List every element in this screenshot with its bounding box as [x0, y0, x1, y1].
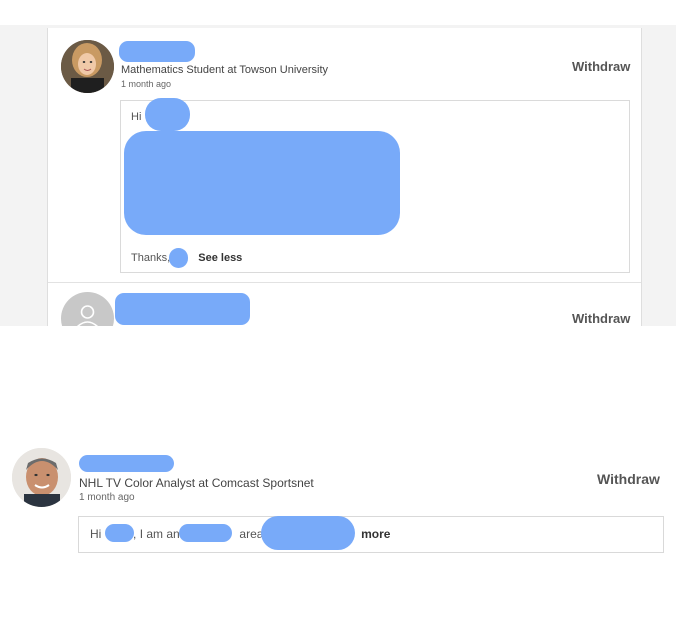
avatar[interactable] [12, 448, 71, 507]
message-greeting: Hi [90, 527, 102, 541]
timestamp: 1 month ago [121, 79, 172, 89]
redacted-message-body [124, 131, 400, 235]
redacted-sender-name [169, 248, 188, 268]
person-placeholder-icon [77, 305, 98, 326]
profile-photo-icon [61, 40, 114, 93]
profile-photo-icon [12, 448, 71, 507]
message-greeting: Hi [131, 111, 142, 123]
headline: NHL TV Color Analyst at Comcast Sportsne… [79, 476, 314, 490]
redacted-text [261, 516, 355, 550]
invitations-panel: Mathematics Student at Towson University… [0, 25, 676, 326]
timestamp: 1 month ago [79, 492, 135, 503]
message-text-part2: area [239, 527, 264, 541]
redacted-recipient-name [105, 524, 134, 542]
more-link[interactable]: more [361, 527, 390, 541]
redacted-name [79, 455, 174, 472]
redacted-name [115, 293, 250, 325]
default-avatar[interactable] [61, 292, 114, 326]
message-text-part1: , I am an [133, 527, 180, 541]
redacted-text [179, 524, 232, 542]
withdraw-button[interactable]: Withdraw [572, 311, 630, 326]
message-box: Hi , I am an area more [78, 516, 664, 553]
redacted-recipient-name [145, 98, 190, 131]
signoff-text: Thanks, [131, 252, 171, 264]
invitation-row: NHL TV Color Analyst at Comcast Sportsne… [0, 440, 676, 560]
divider [48, 282, 641, 283]
see-less-link[interactable]: See less [198, 252, 242, 264]
redacted-name [119, 41, 195, 62]
invitations-card: Mathematics Student at Towson University… [47, 28, 642, 326]
withdraw-button[interactable]: Withdraw [597, 471, 660, 487]
withdraw-button[interactable]: Withdraw [572, 59, 630, 74]
headline: Mathematics Student at Towson University [121, 64, 329, 76]
avatar[interactable] [61, 40, 114, 93]
message-box: Hi Thanks, See less [120, 98, 630, 273]
